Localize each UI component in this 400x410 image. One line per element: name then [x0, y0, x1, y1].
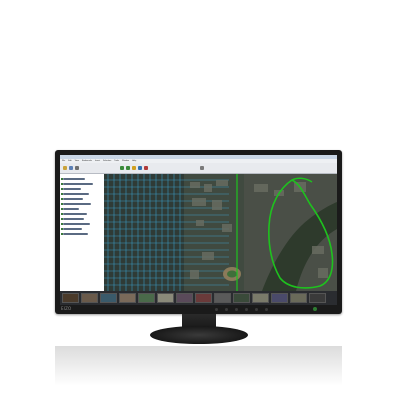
zoom-out-icon[interactable] — [126, 166, 130, 170]
table-of-contents — [60, 174, 105, 291]
thumbnail[interactable] — [138, 293, 155, 303]
layer-row[interactable] — [63, 223, 90, 225]
monitor-button[interactable] — [245, 308, 248, 311]
thumbnail[interactable] — [290, 293, 307, 303]
monitor-button[interactable] — [235, 308, 238, 311]
thumbnail[interactable] — [233, 293, 250, 303]
thumbnail[interactable] — [62, 293, 79, 303]
toolbar — [60, 163, 337, 174]
layer-row[interactable] — [63, 208, 79, 210]
thumbnail[interactable] — [100, 293, 117, 303]
layer-row[interactable] — [63, 188, 81, 190]
measure-icon[interactable] — [144, 166, 148, 170]
thumbnail[interactable] — [195, 293, 212, 303]
monitor-stand-base — [150, 326, 248, 344]
power-button[interactable] — [313, 307, 317, 311]
monitor: File Edit View Bookmarks Insert Selectio… — [55, 150, 342, 317]
thumbnail[interactable] — [309, 293, 326, 303]
thumbnail[interactable] — [176, 293, 193, 303]
brand-logo: EIZO — [61, 306, 72, 311]
thumbnail-strip — [60, 291, 337, 305]
thumbnail[interactable] — [119, 293, 136, 303]
monitor-button[interactable] — [225, 308, 228, 311]
thumbnail[interactable] — [271, 293, 288, 303]
layer-row[interactable] — [63, 203, 91, 205]
aerial-map-svg — [104, 174, 337, 291]
identify-icon[interactable] — [138, 166, 142, 170]
layer-row[interactable] — [63, 183, 93, 185]
save-icon[interactable] — [69, 166, 73, 170]
thumbnail[interactable] — [157, 293, 174, 303]
layer-row[interactable] — [63, 193, 89, 195]
layer-row[interactable] — [63, 233, 88, 235]
layer-row[interactable] — [63, 198, 83, 200]
monitor-bezel: File Edit View Bookmarks Insert Selectio… — [55, 150, 342, 314]
add-data-icon[interactable] — [200, 166, 204, 170]
thumbnail[interactable] — [214, 293, 231, 303]
monitor-button[interactable] — [215, 308, 218, 311]
layer-row[interactable] — [63, 228, 82, 230]
select-icon[interactable] — [75, 166, 79, 170]
thumbnail[interactable] — [252, 293, 269, 303]
layer-row[interactable] — [63, 178, 85, 180]
layer-row[interactable] — [63, 218, 84, 220]
zoom-in-icon[interactable] — [120, 166, 124, 170]
monitor-screen: File Edit View Bookmarks Insert Selectio… — [60, 155, 337, 305]
thumbnail[interactable] — [81, 293, 98, 303]
open-icon[interactable] — [63, 166, 67, 170]
layer-row[interactable] — [63, 213, 87, 215]
pan-icon[interactable] — [132, 166, 136, 170]
map-view[interactable] — [104, 174, 337, 291]
monitor-button[interactable] — [255, 308, 258, 311]
monitor-button[interactable] — [265, 308, 268, 311]
floor-reflection — [55, 346, 342, 386]
monitor-chin: EIZO — [55, 305, 342, 314]
stadium-field — [227, 270, 237, 278]
